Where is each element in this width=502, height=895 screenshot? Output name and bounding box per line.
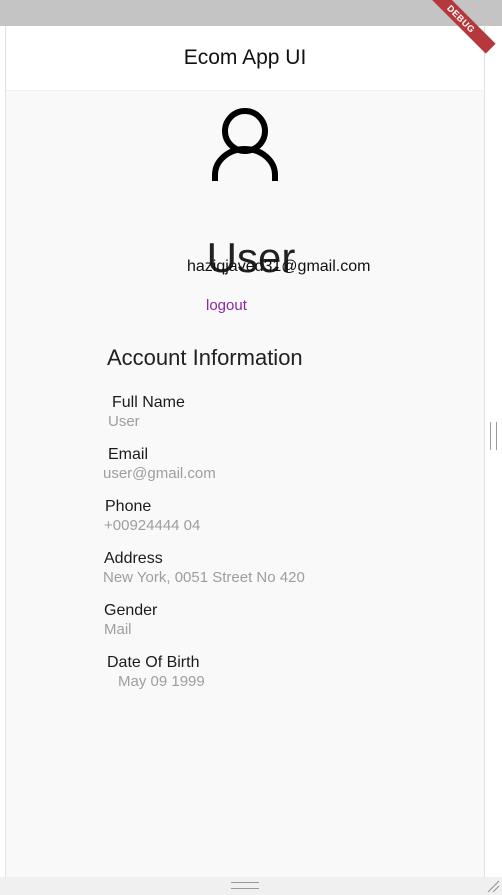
app-title: Ecom App UI (183, 46, 307, 69)
profile-email: haziqjaved31@gmail.com (187, 258, 371, 275)
gender-value: Mail (104, 621, 132, 638)
email-label: Email (108, 446, 149, 463)
status-bar (0, 0, 502, 26)
bottom-resize-handle[interactable] (231, 882, 259, 889)
window-bottom-bar (0, 877, 502, 895)
side-resize-handle[interactable] (490, 422, 497, 450)
phone-label: Phone (105, 498, 152, 515)
address-label: Address (104, 550, 163, 567)
person-outline-icon (212, 108, 278, 181)
full-name-label: Full Name (112, 394, 185, 411)
dob-value: May 09 1999 (118, 673, 205, 690)
address-value: New York, 0051 Street No 420 (103, 569, 305, 586)
logout-link[interactable]: logout (206, 297, 247, 314)
email-value: user@gmail.com (103, 465, 216, 482)
full-name-value: User (108, 413, 140, 430)
app-window: Ecom App UI User haziqjaved31@gmail.com … (5, 26, 485, 877)
gender-label: Gender (104, 602, 158, 619)
phone-value: +00924444 04 (104, 517, 201, 534)
account-info-heading: Account Information (107, 345, 303, 370)
app-bar: Ecom App UI (6, 26, 484, 90)
resize-grip-icon[interactable] (486, 879, 500, 893)
dob-label: Date Of Birth (107, 654, 200, 671)
